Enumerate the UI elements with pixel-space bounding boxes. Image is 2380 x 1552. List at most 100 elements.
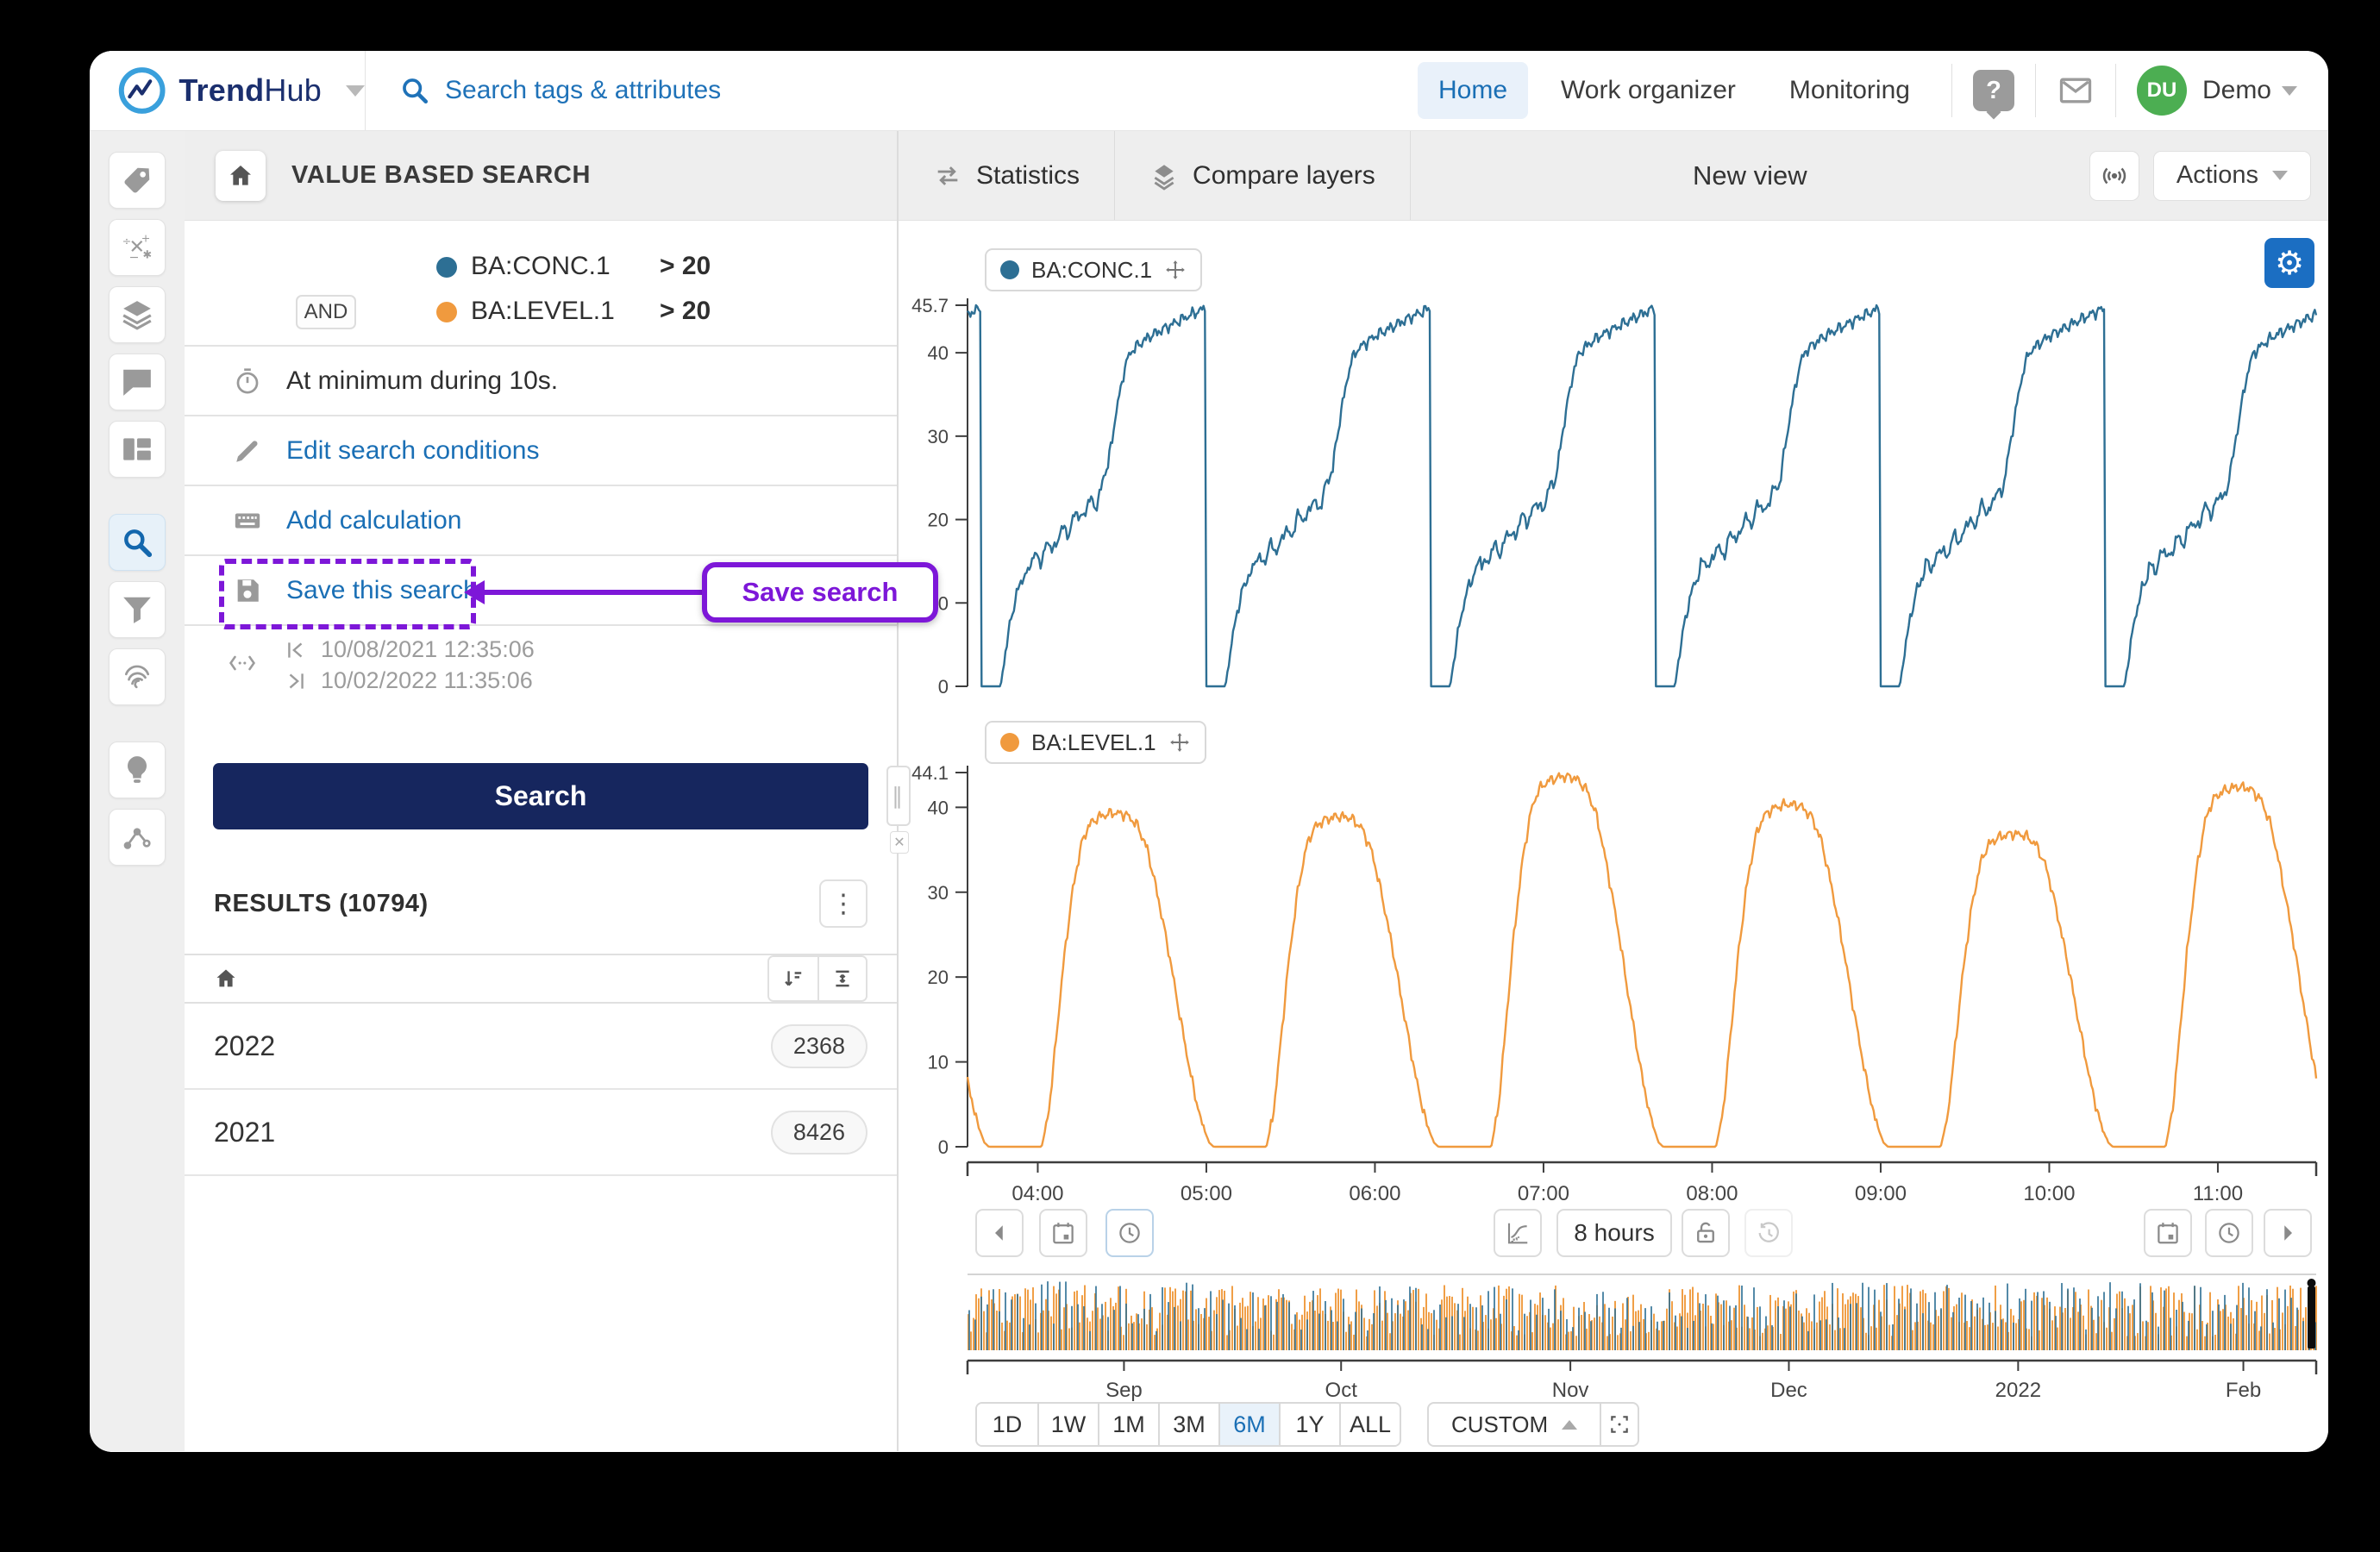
move-icon (1166, 260, 1185, 279)
fit-view-button[interactable] (1600, 1404, 1638, 1445)
sidebar-item-tags[interactable] (109, 152, 166, 209)
user-menu-caret-icon[interactable] (2282, 85, 2297, 96)
global-search-input[interactable]: Search tags & attributes (366, 76, 721, 105)
lock-scale-button[interactable] (1682, 1209, 1730, 1257)
compare-layers-button[interactable]: Compare layers (1115, 131, 1410, 220)
range-3m[interactable]: 3M (1158, 1404, 1218, 1445)
svg-text:10: 10 (928, 1052, 949, 1073)
overview-strip[interactable] (899, 1273, 2327, 1354)
svg-text:20: 20 (928, 967, 949, 988)
move-icon (1169, 733, 1189, 752)
sidebar-item-recommendations[interactable] (109, 742, 166, 798)
sort-button[interactable] (769, 957, 817, 1000)
statistics-button[interactable]: Statistics (899, 131, 1114, 220)
mail-icon[interactable] (2057, 72, 2095, 110)
condition-value: > 20 (660, 297, 711, 325)
range-1y[interactable]: 1Y (1279, 1404, 1339, 1445)
svg-text:10:00: 10:00 (2023, 1182, 2075, 1205)
search-icon (403, 78, 429, 104)
sidebar-item-search[interactable] (109, 514, 166, 571)
home-column-icon (216, 969, 235, 987)
user-avatar[interactable]: DU (2136, 66, 2187, 116)
svg-text:11:00: 11:00 (2193, 1182, 2243, 1205)
result-row[interactable]: 2021 8426 (185, 1090, 897, 1176)
plot-region: ⚙ BA:CONC.1 0 10 20 30 40 45.7 BA:LEVEL.1 0 10… (899, 221, 2328, 1451)
range-6m[interactable]: 6M (1218, 1404, 1279, 1445)
nav-tab-monitoring[interactable]: Monitoring (1769, 62, 1931, 119)
chart-level[interactable]: 0 10 20 30 40 44.1 (899, 760, 2327, 1159)
result-count-badge: 8426 (770, 1110, 867, 1155)
sidebar-item-context[interactable] (109, 809, 166, 866)
duration-button[interactable]: 8 hours (1556, 1209, 1672, 1257)
app-window: TrendHub Search tags & attributes Home W… (90, 51, 2328, 1452)
keyboard-icon (233, 506, 267, 535)
user-name: Demo (2202, 76, 2271, 104)
svg-text:Nov: Nov (1552, 1379, 1589, 1402)
condition-row[interactable]: AND BA:LEVEL.1 > 20 (185, 293, 897, 331)
sidebar-item-dashboard[interactable] (109, 421, 166, 478)
sidebar-item-layers[interactable] (109, 286, 166, 343)
history-button[interactable] (1744, 1209, 1793, 1257)
sidebar-item-filter[interactable] (109, 581, 166, 638)
panel-splitter-handle[interactable]: ∥ (886, 766, 911, 826)
time-range-block[interactable]: 10/08/2021 12:35:06 10/02/2022 11:35:06 (185, 626, 897, 709)
dashboard-icon (123, 438, 151, 460)
operator-chip[interactable]: AND (296, 295, 356, 329)
custom-range-button[interactable]: CUSTOM (1429, 1404, 1600, 1445)
svg-text:+: + (141, 232, 151, 245)
actions-button[interactable]: Actions (2152, 150, 2311, 201)
interval-start-icon (285, 639, 307, 661)
condition-row[interactable]: BA:CONC.1 > 20 (185, 248, 897, 286)
divider (2114, 64, 2116, 117)
collapse-rows-button[interactable] (817, 957, 866, 1000)
range-1d[interactable]: 1D (977, 1404, 1037, 1445)
pan-right-button[interactable] (2264, 1209, 2312, 1257)
svg-text:07:00: 07:00 (1518, 1182, 1569, 1205)
condition-tag: BA:CONC.1 (471, 252, 611, 280)
range-1w[interactable]: 1W (1037, 1404, 1098, 1445)
sidebar-item-formulas[interactable]: ✕ + ÷ ✱ − (109, 219, 166, 276)
calendar-start-button[interactable] (1039, 1209, 1087, 1257)
svg-text:−: − (129, 251, 140, 264)
nav-tab-home[interactable]: Home (1418, 62, 1529, 119)
results-title: RESULTS (10794) (214, 889, 429, 917)
duration-row[interactable]: At minimum during 10s. (185, 347, 897, 416)
pencil-icon (233, 436, 267, 466)
calendar-end-button[interactable] (2144, 1209, 2192, 1257)
live-signal-icon (2102, 167, 2126, 184)
page-title: VALUE BASED SEARCH (291, 161, 592, 189)
results-menu-button[interactable]: ⋮ (819, 879, 867, 928)
chart-settings-button[interactable]: ⚙ (2264, 238, 2314, 288)
network-nodes-icon (123, 828, 151, 849)
pan-left-button[interactable] (975, 1209, 1024, 1257)
series-color-dot (436, 257, 457, 278)
search-button[interactable]: Search (213, 763, 868, 829)
range-all[interactable]: ALL (1339, 1404, 1400, 1445)
result-row[interactable]: 2022 2368 (185, 1004, 897, 1090)
nav-tab-work-organizer[interactable]: Work organizer (1540, 62, 1757, 119)
brand-block[interactable]: TrendHub (90, 51, 366, 130)
add-calculation-link[interactable]: Add calculation (185, 486, 897, 556)
condition-tag: BA:LEVEL.1 (471, 297, 615, 325)
trend-steps-button[interactable] (1494, 1209, 1542, 1257)
search-conditions-summary: BA:CONC.1 > 20 AND BA:LEVEL.1 > 20 (185, 221, 897, 347)
clock-start-button[interactable] (1105, 1209, 1154, 1257)
sidebar-item-comments[interactable] (109, 354, 166, 410)
edit-search-conditions-link[interactable]: Edit search conditions (185, 416, 897, 486)
brand-caret-icon[interactable] (346, 84, 365, 97)
svg-text:✱: ✱ (142, 248, 152, 261)
help-icon[interactable]: ? (1972, 70, 2014, 111)
series-color-dot (1000, 260, 1019, 279)
trendhub-logo-icon (118, 67, 166, 114)
legend-chip-level[interactable]: BA:LEVEL.1 (985, 721, 1206, 764)
live-mode-button[interactable] (2089, 150, 2139, 201)
chart-conc[interactable]: 01020304045.7 (899, 293, 2327, 698)
range-1m[interactable]: 1M (1098, 1404, 1158, 1445)
sidebar-item-fingerprint[interactable] (109, 648, 166, 705)
panel-splitter-close[interactable]: ✕ (890, 831, 909, 854)
view-title: New view (1693, 160, 1807, 191)
legend-chip-conc[interactable]: BA:CONC.1 (985, 248, 1203, 291)
range-buttons-row: 1D 1W 1M 3M 6M 1Y ALL CUSTOM (975, 1402, 1640, 1447)
clock-end-button[interactable] (2205, 1209, 2253, 1257)
panel-home-button[interactable] (216, 150, 266, 201)
